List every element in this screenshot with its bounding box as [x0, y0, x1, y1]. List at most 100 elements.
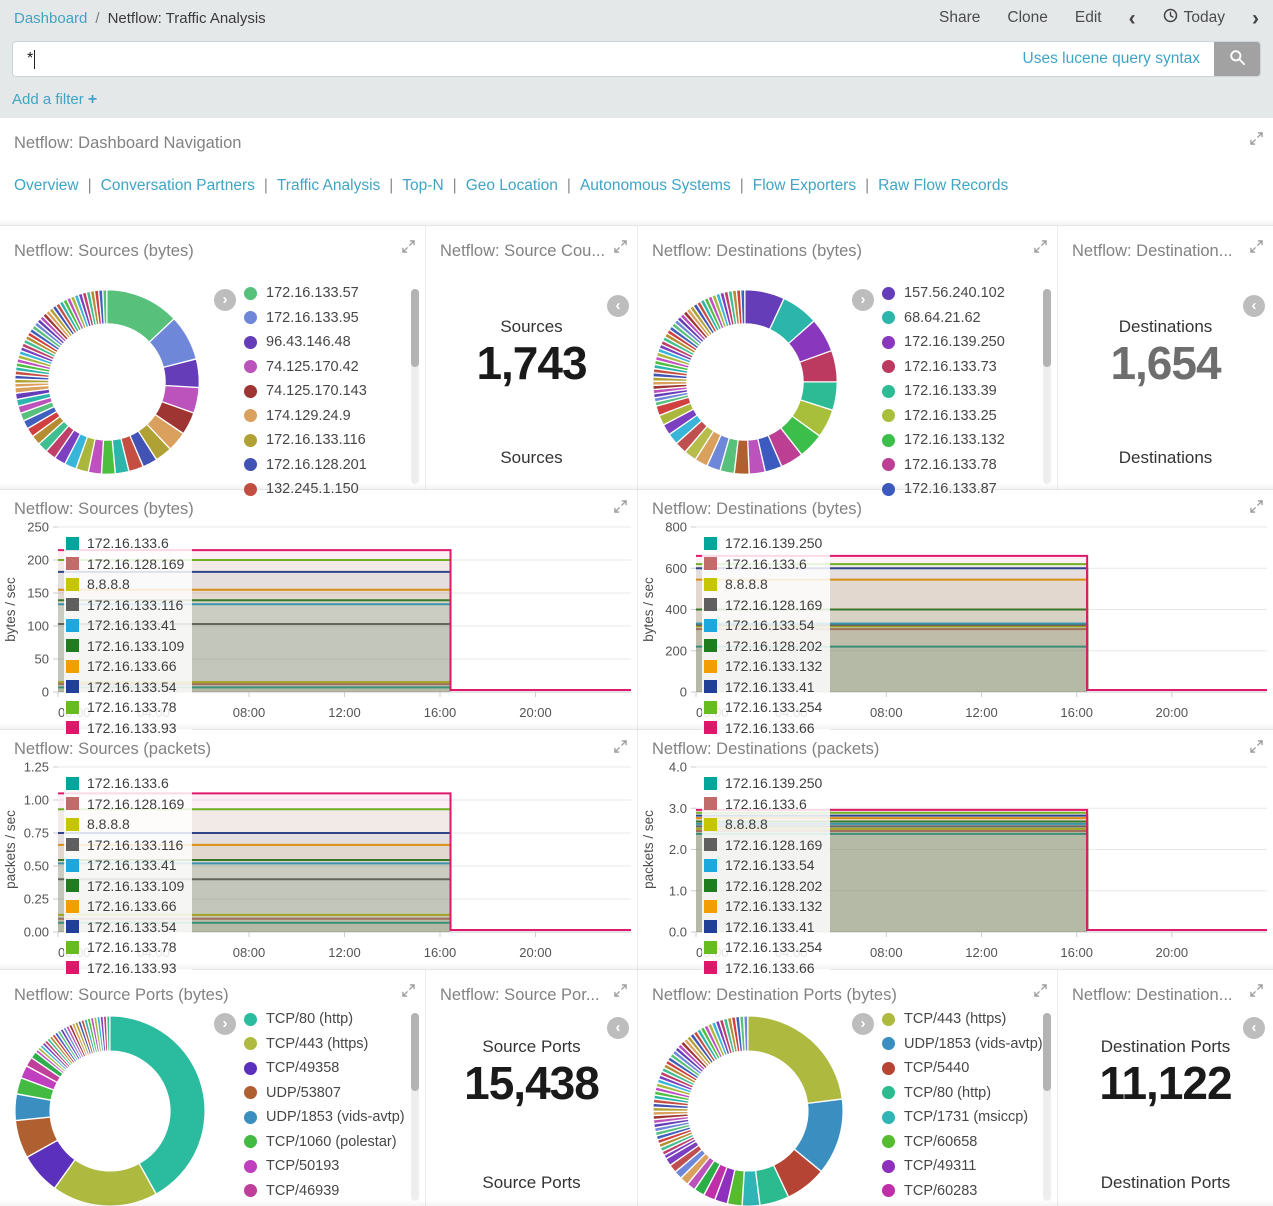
legend-item[interactable]: 172.16.133.25 [882, 408, 1005, 424]
legend-item[interactable]: 68.64.21.62 [882, 310, 1005, 326]
legend-item[interactable]: 172.16.133.41 [704, 679, 822, 695]
nav-link-conversation-partners[interactable]: Conversation Partners [101, 177, 255, 194]
legend-item[interactable]: 172.16.128.201 [244, 457, 367, 473]
panel-collapse-icon[interactable]: ‹ [1243, 295, 1265, 317]
nav-link-top-n[interactable]: Top-N [402, 177, 443, 194]
destinations-bytes-donut[interactable] [648, 285, 842, 479]
legend-item[interactable]: 172.16.139.250 [882, 334, 1005, 350]
expand-icon[interactable] [614, 740, 627, 758]
expand-icon[interactable] [1034, 984, 1047, 1002]
legend-item[interactable]: 8.8.8.8 [66, 816, 184, 832]
legend-item[interactable]: UDP/53807 [244, 1085, 405, 1101]
sources-packets-area-chart[interactable]: 0.000.250.500.751.001.25packets / sec00:… [0, 759, 637, 966]
source-ports-donut[interactable] [10, 1011, 210, 1206]
legend-item[interactable]: 174.129.24.9 [244, 408, 367, 424]
share-button[interactable]: Share [939, 9, 980, 27]
legend-item[interactable]: 172.16.128.169 [704, 597, 822, 613]
legend-item[interactable]: 172.16.128.202 [704, 638, 822, 654]
nav-link-autonomous-systems[interactable]: Autonomous Systems [580, 177, 731, 194]
legend-item[interactable]: 172.16.133.78 [66, 939, 184, 955]
nav-link-overview[interactable]: Overview [14, 177, 79, 194]
legend-item[interactable]: 172.16.133.54 [66, 919, 184, 935]
expand-icon[interactable] [1250, 500, 1263, 518]
scrollbar-thumb[interactable] [1043, 1013, 1051, 1091]
scrollbar-thumb[interactable] [411, 1013, 419, 1091]
legend-item[interactable]: 172.16.133.254 [704, 939, 822, 955]
legend-item[interactable]: 172.16.133.95 [244, 310, 367, 326]
legend-item[interactable]: TCP/60658 [882, 1134, 1043, 1150]
legend-item[interactable]: 172.16.133.54 [66, 679, 184, 695]
destinations-packets-area-chart[interactable]: 0.01.02.03.04.0packets / sec00:0004:0008… [638, 759, 1273, 966]
legend-item[interactable]: 172.16.128.202 [704, 878, 822, 894]
legend-item[interactable]: TCP/60283 [882, 1183, 1043, 1199]
expand-icon[interactable] [1250, 240, 1263, 258]
expand-icon[interactable] [614, 240, 627, 258]
legend-item[interactable]: 172.16.128.169 [66, 556, 184, 572]
legend-item[interactable]: 172.16.133.6 [704, 556, 822, 572]
legend-item[interactable]: UDP/1853 (vids-avtp) [882, 1036, 1043, 1052]
legend-item[interactable]: 172.16.133.66 [66, 658, 184, 674]
legend-collapse-icon[interactable]: › [852, 289, 874, 311]
donut-slice[interactable] [102, 440, 116, 474]
legend-item[interactable]: 172.16.133.39 [882, 383, 1005, 399]
search-button[interactable] [1214, 41, 1260, 77]
panel-collapse-icon[interactable]: ‹ [1243, 1017, 1265, 1039]
legend-item[interactable]: 172.16.133.41 [66, 857, 184, 873]
legend-item[interactable]: TCP/46939 [244, 1183, 405, 1199]
legend-item[interactable]: 172.16.133.78 [66, 699, 184, 715]
legend-item[interactable]: UDP/1853 (vids-avtp) [244, 1109, 405, 1125]
legend-item[interactable]: 172.16.133.116 [244, 432, 367, 448]
legend-item[interactable]: 172.16.133.54 [704, 857, 822, 873]
legend-item[interactable]: TCP/443 (https) [244, 1036, 405, 1052]
donut-slice[interactable] [653, 381, 687, 385]
legend-item[interactable]: 74.125.170.42 [244, 359, 367, 375]
legend-collapse-icon[interactable]: › [852, 1013, 874, 1035]
legend-item[interactable]: 172.16.133.73 [882, 359, 1005, 375]
scrollbar-thumb[interactable] [411, 289, 419, 367]
nav-link-raw-flow-records[interactable]: Raw Flow Records [878, 177, 1008, 194]
expand-icon[interactable] [402, 240, 415, 258]
clone-button[interactable]: Clone [1007, 9, 1048, 27]
legend-item[interactable]: 172.16.133.6 [66, 535, 184, 551]
legend-collapse-icon[interactable]: › [214, 289, 236, 311]
legend-item[interactable]: 172.16.133.66 [66, 898, 184, 914]
legend-item[interactable]: 74.125.170.143 [244, 383, 367, 399]
sources-bytes-donut[interactable] [10, 285, 204, 479]
legend-item[interactable]: 8.8.8.8 [66, 576, 184, 592]
legend-item[interactable]: TCP/443 (https) [882, 1011, 1043, 1027]
legend-item[interactable]: 172.16.133.109 [66, 638, 184, 654]
sources-bytes-area-chart[interactable]: 050100150200250bytes / sec00:0004:0008:0… [0, 519, 637, 726]
lucene-syntax-link[interactable]: Uses lucene query syntax [1023, 50, 1200, 68]
legend-item[interactable]: 172.16.139.250 [704, 535, 822, 551]
search-input[interactable]: * Uses lucene query syntax [12, 41, 1261, 77]
add-filter-plus-icon[interactable]: + [88, 91, 97, 108]
legend-item[interactable]: TCP/5440 [882, 1060, 1043, 1076]
legend-item[interactable]: 172.16.133.54 [704, 617, 822, 633]
expand-icon[interactable] [1250, 132, 1263, 150]
legend-item[interactable]: TCP/50193 [244, 1158, 405, 1174]
edit-button[interactable]: Edit [1075, 9, 1102, 27]
legend-item[interactable]: TCP/1731 (msiccp) [882, 1109, 1043, 1125]
legend-item[interactable]: 172.16.133.41 [704, 919, 822, 935]
scrollbar-thumb[interactable] [1043, 289, 1051, 367]
legend-item[interactable]: 157.56.240.102 [882, 285, 1005, 301]
legend-collapse-icon[interactable]: › [214, 1013, 236, 1035]
legend-item[interactable]: 172.16.133.116 [66, 837, 184, 853]
legend-item[interactable]: 172.16.133.132 [704, 658, 822, 674]
nav-link-flow-exporters[interactable]: Flow Exporters [753, 177, 856, 194]
legend-item[interactable]: TCP/1060 (polestar) [244, 1134, 405, 1150]
legend-item[interactable]: TCP/49311 [882, 1158, 1043, 1174]
legend-item[interactable]: 172.16.133.132 [882, 432, 1005, 448]
breadcrumb-dashboard-link[interactable]: Dashboard [14, 10, 87, 27]
destination-ports-donut[interactable] [648, 1011, 848, 1206]
legend-item[interactable]: TCP/80 (http) [244, 1011, 405, 1027]
legend-item[interactable]: TCP/80 (http) [882, 1085, 1043, 1101]
legend-item[interactable]: 8.8.8.8 [704, 816, 822, 832]
legend-item[interactable]: 172.16.128.169 [704, 837, 822, 853]
time-prev-button[interactable]: ‹ [1129, 8, 1136, 29]
destinations-bytes-area-chart[interactable]: 0200400600800bytes / sec00:0004:0008:001… [638, 519, 1273, 726]
legend-item[interactable]: 172.16.133.78 [882, 457, 1005, 473]
add-filter-link[interactable]: Add a filter [12, 91, 84, 108]
legend-item[interactable]: 172.16.133.57 [244, 285, 367, 301]
expand-icon[interactable] [1034, 240, 1047, 258]
